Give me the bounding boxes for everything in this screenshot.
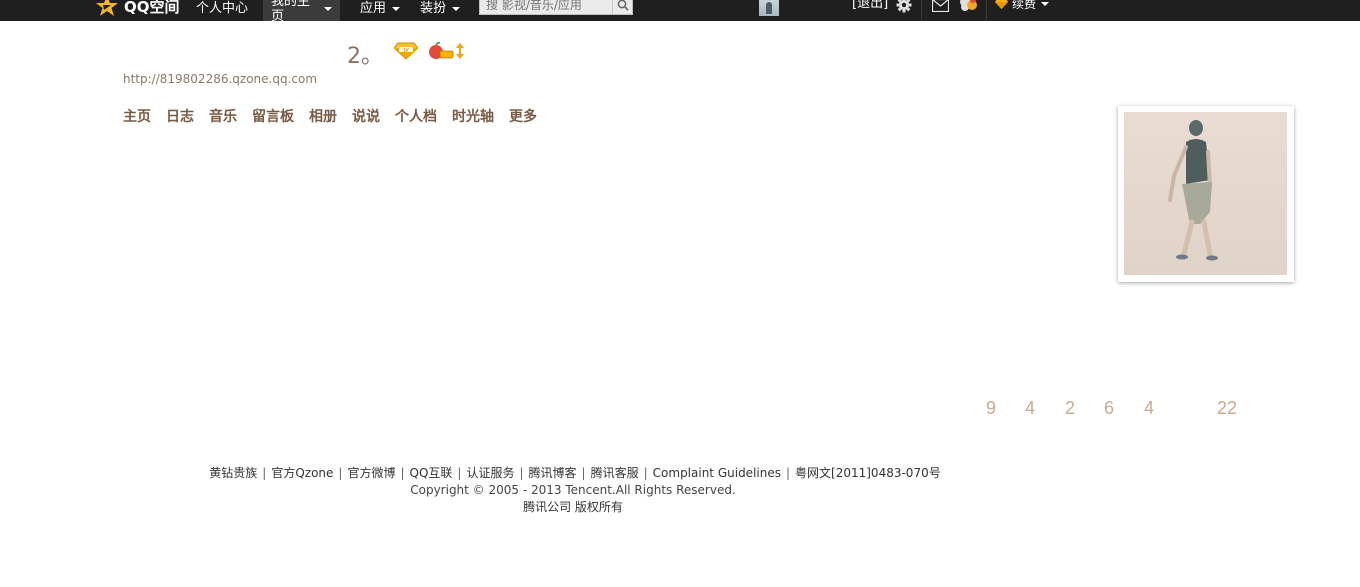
menu-more[interactable]: 更多 — [509, 108, 537, 126]
nav-label: 个人中心 — [196, 1, 249, 16]
footer-separator: | — [400, 466, 405, 480]
nav-label: 我的主页 — [271, 0, 311, 24]
stat-value[interactable]: 4 — [1144, 398, 1217, 419]
space-menu: 主页 日志 音乐 留言板 相册 说说 个人档 时光轴 更多 — [123, 108, 552, 126]
nav-label: 应用 — [360, 1, 387, 16]
gear-icon — [896, 0, 912, 13]
stat-value[interactable]: 4 — [1025, 398, 1065, 419]
menu-blog[interactable]: 日志 — [166, 108, 194, 126]
nav-personal-center[interactable]: 个人中心 — [188, 0, 256, 21]
footer-separator: | — [785, 466, 791, 480]
clover-notification-icon — [960, 0, 977, 11]
vip-diamond-badge-icon[interactable]: LV — [393, 42, 419, 64]
space-title: 2。 — [347, 44, 383, 69]
qzone-logo[interactable]: QQ空间 — [96, 0, 180, 18]
renew-label: 续费 — [1012, 0, 1037, 11]
space-stats: 9 4 2 6 4 22 — [986, 398, 1237, 419]
footer-link[interactable]: QQ互联 — [410, 466, 453, 480]
stat-value[interactable]: 9 — [986, 398, 1025, 419]
footer-link[interactable]: 腾讯客服 — [591, 466, 639, 480]
footer-separator: | — [457, 466, 462, 480]
nav-label: 装扮 — [420, 1, 447, 16]
caret-down-icon — [452, 6, 461, 11]
footer-link[interactable]: 粤网文[2011]0483-070号 — [795, 466, 941, 480]
search-icon — [617, 0, 629, 11]
menu-profile[interactable]: 个人档 — [395, 108, 437, 126]
footer-separator: | — [581, 466, 586, 480]
footer-separator: | — [519, 466, 524, 480]
menu-music[interactable]: 音乐 — [209, 108, 237, 126]
menu-timeline[interactable]: 时光轴 — [452, 108, 494, 126]
stat-value[interactable]: 22 — [1217, 398, 1237, 419]
level-arrow-icon[interactable] — [456, 43, 464, 63]
footer-separator: | — [643, 466, 648, 480]
yellow-diamond-icon — [995, 0, 1008, 9]
menu-guestbook[interactable]: 留言板 — [252, 108, 294, 126]
footer-links: 黄钻贵族 | 官方Qzone | 官方微博 | QQ互联 | 认证服务 | 腾讯博客 | 腾讯客服 | Co… — [0, 465, 1150, 481]
logo-text: QQ空间 — [124, 0, 180, 16]
footer-separator: | — [262, 466, 267, 480]
caret-down-icon — [1041, 2, 1050, 6]
space-url-link[interactable]: http://819802286.qzone.qq.com — [123, 72, 317, 86]
nav-decorate[interactable]: 装扮 — [412, 0, 468, 21]
logout-link[interactable]: [退出] — [852, 0, 888, 13]
menu-shuoshuo[interactable]: 说说 — [352, 108, 380, 126]
caret-down-icon — [392, 6, 401, 11]
topbar-divider — [986, 0, 987, 21]
caret-down-icon — [324, 6, 332, 11]
top-bar: QQ空间 个人中心 我的主页 应用 装扮 [退出] — [0, 0, 1360, 24]
nav-apps[interactable]: 应用 — [352, 0, 408, 21]
menu-album[interactable]: 相册 — [309, 108, 337, 126]
footer-link[interactable]: 腾讯博客 — [529, 466, 577, 480]
copyright-text: Copyright © 2005 - 2013 Tencent.All Righ… — [410, 483, 736, 497]
stat-value[interactable]: 6 — [1104, 398, 1144, 419]
mail-icon — [932, 0, 949, 12]
settings-button[interactable] — [896, 0, 912, 14]
topbar-divider — [921, 0, 922, 21]
stat-value[interactable]: 2 — [1065, 398, 1104, 419]
apple-level-badge-icon[interactable] — [428, 42, 454, 64]
footer-link[interactable]: 黄钻贵族 — [209, 466, 257, 480]
profile-photo-frame[interactable] — [1118, 106, 1294, 282]
notifications-button[interactable] — [958, 0, 978, 14]
footer-link[interactable]: 认证服务 — [466, 466, 514, 480]
footer-link[interactable]: 官方Qzone — [271, 466, 333, 480]
footer-link[interactable]: Complaint Guidelines — [653, 466, 781, 480]
search-box — [479, 0, 633, 15]
renew-vip-button[interactable]: 续费 — [995, 0, 1050, 13]
messages-button[interactable] — [932, 0, 949, 14]
badge-row: LV — [393, 42, 464, 64]
rights-text: 腾讯公司 版权所有 — [523, 500, 623, 514]
nav-my-homepage[interactable]: 我的主页 — [263, 0, 340, 24]
qzone-star-icon — [96, 0, 118, 16]
search-button[interactable] — [612, 0, 632, 14]
search-input[interactable] — [480, 0, 612, 13]
footer-link[interactable]: 官方微博 — [347, 466, 395, 480]
menu-home[interactable]: 主页 — [123, 108, 151, 126]
user-avatar[interactable] — [759, 0, 779, 16]
footer-separator: | — [338, 466, 343, 480]
profile-photo — [1124, 112, 1287, 275]
